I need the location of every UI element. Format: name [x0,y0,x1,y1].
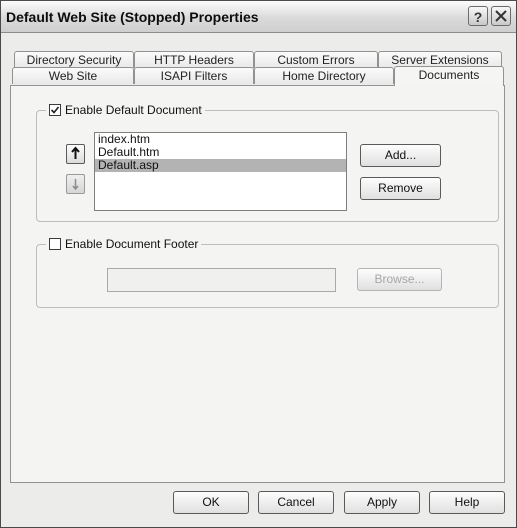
cancel-button[interactable]: Cancel [258,491,334,514]
tab-isapi-filters[interactable]: ISAPI Filters [134,67,254,84]
default-document-legend: Enable Default Document [46,103,205,117]
tab-documents[interactable]: Documents [394,66,504,86]
browse-button[interactable]: Browse... [357,268,442,291]
tab-custom-errors[interactable]: Custom Errors [254,51,378,68]
apply-button[interactable]: Apply [344,491,420,514]
tab-directory-security[interactable]: Directory Security [14,51,134,68]
close-icon [495,10,507,22]
move-up-button[interactable] [66,144,85,164]
properties-dialog: Default Web Site (Stopped) Properties ? … [0,0,517,528]
add-button[interactable]: Add... [360,144,441,167]
tab-http-headers[interactable]: HTTP Headers [134,51,254,68]
arrow-down-icon [72,179,79,191]
enable-document-footer-checkbox[interactable] [49,238,61,250]
enable-default-document-checkbox[interactable] [49,104,61,116]
footer-path-input[interactable] [107,268,336,292]
enable-default-document-label: Enable Default Document [65,103,202,117]
enable-document-footer-label: Enable Document Footer [65,237,199,251]
ok-button[interactable]: OK [173,491,249,514]
window-title: Default Web Site (Stopped) Properties [6,9,259,25]
arrow-up-icon [71,146,80,159]
help-button[interactable]: Help [429,491,505,514]
checkmark-icon [50,106,60,114]
list-item-selected[interactable]: Default.asp [95,159,346,172]
close-button[interactable] [491,6,511,26]
tab-home-directory[interactable]: Home Directory [254,67,394,84]
help-title-button[interactable]: ? [468,6,488,26]
document-footer-legend: Enable Document Footer [46,237,202,251]
tab-web-site[interactable]: Web Site [12,67,134,84]
default-document-list[interactable]: index.htm Default.htm Default.asp [94,132,347,211]
move-down-button[interactable] [66,174,85,194]
title-bar[interactable]: Default Web Site (Stopped) Properties ? [1,1,516,33]
remove-button[interactable]: Remove [360,177,441,200]
